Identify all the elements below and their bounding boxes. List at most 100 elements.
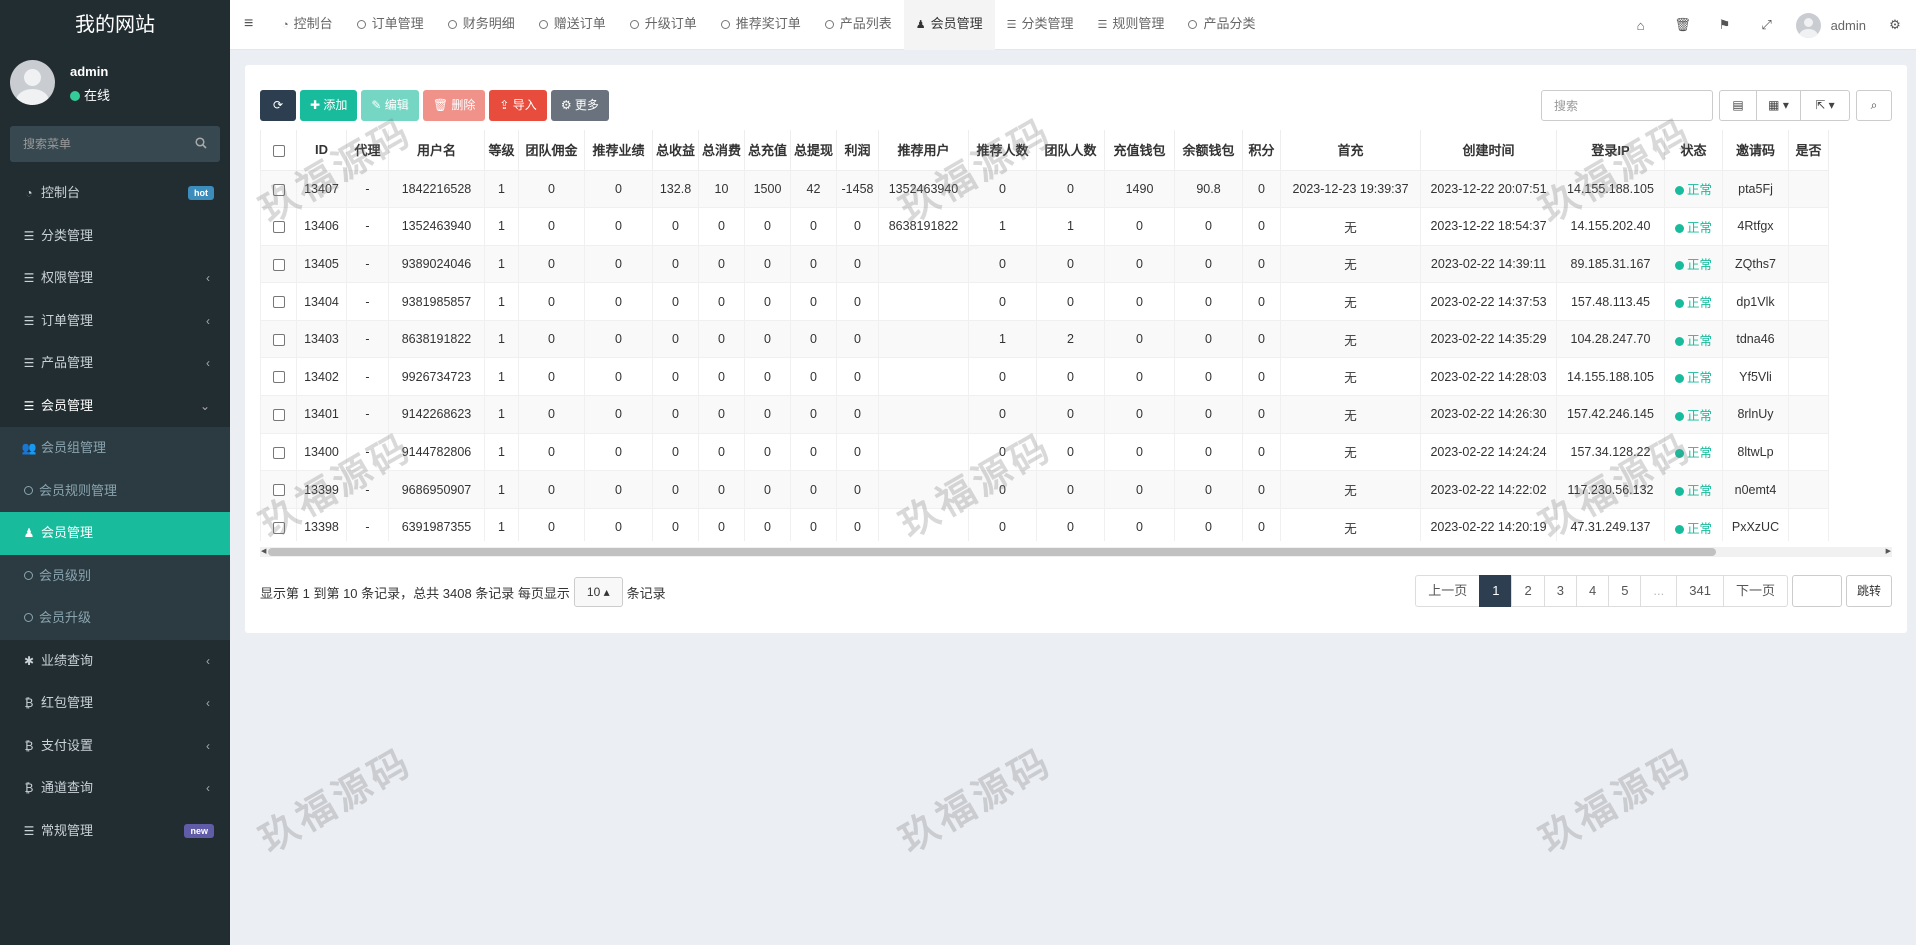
status-badge[interactable]: 正常 <box>1687 334 1712 348</box>
row-checkbox[interactable] <box>272 371 285 384</box>
prev-page-button[interactable]: 上一页 <box>1415 575 1481 607</box>
sidebar-search-input[interactable] <box>10 126 220 162</box>
row-checkbox[interactable] <box>272 221 285 234</box>
tab-rules[interactable]: ☰ 规则管理 <box>1086 0 1177 50</box>
table-row[interactable]: 13405-9389024046 1 0 0 0 0 0 0 0 0 0 0 0 0 无 2023-02-22… <box>260 244 1829 284</box>
column-header[interactable]: 团队佣金 <box>518 130 585 171</box>
column-header[interactable]: 是否 <box>1788 130 1829 171</box>
sidebar-subitem-member-rule[interactable]: 会员规则管理 <box>0 470 230 513</box>
tab-members[interactable]: ♟ 会员管理 <box>903 0 995 50</box>
status-badge[interactable]: 正常 <box>1687 371 1712 385</box>
sidebar-item-order[interactable]: ☰ 订单管理 ‹ <box>0 300 230 343</box>
column-header[interactable]: 总充值 <box>744 130 791 171</box>
horizontal-scrollbar[interactable]: ◀ ▶ <box>260 547 1892 557</box>
export-button[interactable]: ⇱ ▾ <box>1800 90 1850 121</box>
sidebar-subitem-member-level[interactable]: 会员级别 <box>0 555 230 598</box>
column-header[interactable]: 余额钱包 <box>1174 130 1243 171</box>
tab-gift-orders[interactable]: 赠送订单 <box>527 0 618 50</box>
tab-category[interactable]: ☰ 分类管理 <box>995 0 1086 50</box>
row-checkbox[interactable] <box>272 484 285 497</box>
tab-upgrade-orders[interactable]: 升级订单 <box>618 0 709 50</box>
table-row[interactable]: 13398-6391987355 1 0 0 0 0 0 0 0 0 0 0 0 0 无 2023-02-22… <box>260 507 1829 541</box>
language-icon[interactable]: ⚑ <box>1704 17 1746 33</box>
column-header[interactable]: 推荐人数 <box>968 130 1037 171</box>
row-checkbox[interactable] <box>272 258 285 271</box>
table-row[interactable]: 13399-9686950907 1 0 0 0 0 0 0 0 0 0 0 0 0 无 2023-02-22… <box>260 470 1829 509</box>
sidebar-item-permission[interactable]: ☰ 权限管理 ‹ <box>0 257 230 300</box>
advanced-search-button[interactable]: ⌕ <box>1856 90 1892 121</box>
tab-dashboard[interactable]: ◔ 控制台 <box>270 0 345 50</box>
row-checkbox[interactable] <box>272 296 285 309</box>
column-header[interactable]: 邀请码 <box>1722 130 1789 171</box>
page-button-4[interactable]: 4 <box>1575 575 1610 607</box>
status-badge[interactable]: 正常 <box>1687 258 1712 272</box>
delete-button[interactable]: 🗑 删除 <box>422 90 486 121</box>
table-row[interactable]: 13400-9144782806 1 0 0 0 0 0 0 0 0 0 0 0 0 无 2023-02-22… <box>260 432 1829 472</box>
status-badge[interactable]: 正常 <box>1687 296 1712 310</box>
fullscreen-icon[interactable]: ⤢ <box>1746 17 1788 33</box>
sidebar-subitem-member-manage[interactable]: ♟ 会员管理 <box>0 512 230 555</box>
sidebar-item-redpacket[interactable]: ₿ 红包管理 ‹ <box>0 682 230 725</box>
table-search-input[interactable] <box>1541 90 1713 121</box>
tab-finance[interactable]: 财务明细 <box>436 0 527 50</box>
page-button-2[interactable]: 2 <box>1511 575 1545 607</box>
scrollbar-thumb[interactable] <box>268 548 1716 556</box>
sidebar-item-payment[interactable]: ₿ 支付设置 ‹ <box>0 725 230 768</box>
status-badge[interactable]: 正常 <box>1687 221 1712 235</box>
sidebar-item-category[interactable]: ☰ 分类管理 <box>0 215 230 258</box>
row-checkbox[interactable] <box>272 521 285 534</box>
scroll-left-icon[interactable]: ◀ <box>261 547 266 557</box>
refresh-button[interactable]: ⟳ <box>260 90 296 121</box>
page-button-1[interactable]: 1 <box>1479 575 1513 607</box>
page-button-5[interactable]: 5 <box>1608 575 1642 607</box>
status-badge[interactable]: 正常 <box>1687 409 1712 423</box>
row-checkbox[interactable] <box>272 409 285 422</box>
toggle-view-button[interactable]: ▤ <box>1719 90 1757 121</box>
status-badge[interactable]: 正常 <box>1687 484 1712 498</box>
column-header[interactable]: 首充 <box>1280 130 1421 171</box>
jump-button[interactable]: 跳转 <box>1845 575 1892 607</box>
add-button[interactable]: ✚ 添加 <box>300 90 358 121</box>
columns-button[interactable]: ▦ ▾ <box>1756 90 1801 121</box>
column-header[interactable]: 充值钱包 <box>1104 130 1175 171</box>
column-header[interactable]: 创建时间 <box>1420 130 1557 171</box>
nav-user[interactable]: admin <box>1795 12 1866 38</box>
table-row[interactable]: 13403-8638191822 1 0 0 0 0 0 0 0 1 2 0 0 0 无 2023-02-22… <box>260 319 1829 359</box>
trash-icon[interactable]: 🗑 <box>1662 17 1704 33</box>
tab-product-category[interactable]: 产品分类 <box>1176 0 1267 50</box>
column-header[interactable]: 利润 <box>836 130 879 171</box>
table-row[interactable]: 13401-9142268623 1 0 0 0 0 0 0 0 0 0 0 0 0 无 2023-02-22… <box>260 395 1829 434</box>
jump-page-input[interactable] <box>1791 575 1842 607</box>
next-page-button[interactable]: 下一页 <box>1722 575 1788 607</box>
row-checkbox[interactable] <box>272 183 285 196</box>
search-icon[interactable] <box>195 137 207 149</box>
column-header[interactable]: 等级 <box>484 130 519 171</box>
page-size-select[interactable]: 10 ▴ <box>573 577 623 607</box>
site-title[interactable]: 我的网站 <box>0 0 230 50</box>
tab-products[interactable]: 产品列表 <box>813 0 904 50</box>
tab-orders[interactable]: 订单管理 <box>345 0 436 50</box>
column-header[interactable]: 总提现 <box>790 130 837 171</box>
select-all-checkbox[interactable] <box>272 144 285 157</box>
sidebar-subitem-member-group[interactable]: 👥 会员组管理 <box>0 427 230 470</box>
column-header[interactable]: ID <box>296 130 347 171</box>
table-row[interactable]: 13402-9926734723 1 0 0 0 0 0 0 0 0 0 0 0 0 无 2023-02-22… <box>260 357 1829 397</box>
table-row[interactable]: 13404-9381985857 1 0 0 0 0 0 0 0 0 0 0 0 0 无 2023-02-22… <box>260 282 1829 321</box>
column-header[interactable]: 代理 <box>346 130 389 171</box>
import-button[interactable]: ⇪ 导入 <box>489 90 547 121</box>
column-header[interactable]: 团队人数 <box>1036 130 1105 171</box>
column-header[interactable]: 推荐业绩 <box>584 130 653 171</box>
column-header[interactable]: 积分 <box>1242 130 1281 171</box>
table-row[interactable]: 13407-1842216528 1 0 0 132.8 10 1500 42 -1458 135… <box>260 169 1829 209</box>
column-header[interactable]: 登录IP <box>1556 130 1665 171</box>
column-header[interactable]: 总消费 <box>698 130 745 171</box>
sidebar-subitem-member-upgrade[interactable]: 会员升级 <box>0 597 230 640</box>
page-button-3[interactable]: 3 <box>1543 575 1577 607</box>
home-icon[interactable]: ⌂ <box>1620 18 1662 33</box>
status-badge[interactable]: 正常 <box>1687 522 1712 536</box>
row-checkbox[interactable] <box>272 333 285 346</box>
column-header[interactable]: 总收益 <box>652 130 699 171</box>
settings-icon[interactable]: ⚙ <box>1874 17 1916 33</box>
sidebar-item-general[interactable]: ☰ 常规管理 new <box>0 810 230 853</box>
menu-toggle-icon[interactable]: ≡ <box>244 15 253 33</box>
